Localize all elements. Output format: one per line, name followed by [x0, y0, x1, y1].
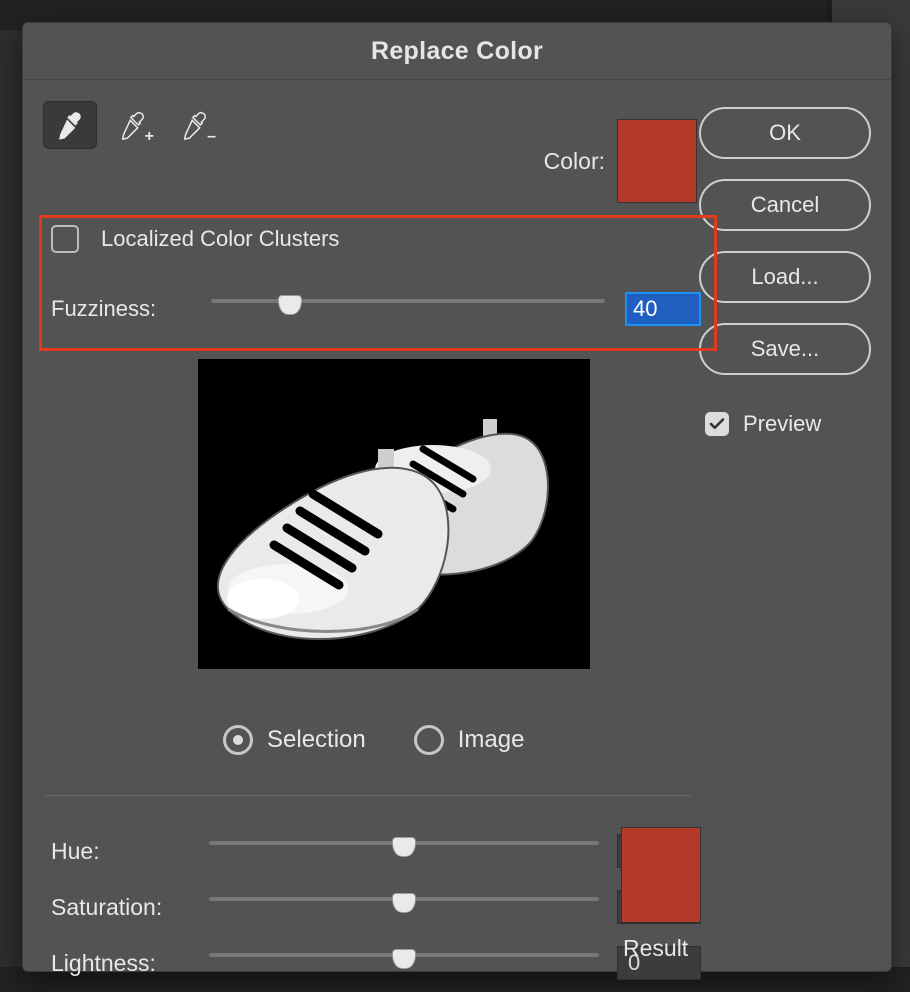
selection-preview[interactable] — [198, 359, 590, 669]
lightness-label: Lightness: — [51, 950, 191, 977]
shoes-preview-icon — [198, 359, 590, 669]
localized-clusters-checkbox[interactable] — [51, 225, 79, 253]
saturation-label: Saturation: — [51, 894, 191, 921]
dialog-button-column: OK Cancel Load... Save... Preview — [699, 107, 871, 437]
hsl-sliders: Hue: Saturation: Lightness: — [51, 823, 701, 991]
eyedropper-button[interactable] — [43, 101, 97, 149]
hue-slider[interactable] — [209, 831, 599, 871]
ok-button[interactable]: OK — [699, 107, 871, 159]
color-label: Color: — [544, 148, 605, 175]
load-button[interactable]: Load... — [699, 251, 871, 303]
fuzziness-input[interactable] — [625, 292, 701, 326]
preview-checkbox-row: Preview — [699, 411, 871, 437]
lightness-row: Lightness: — [51, 935, 701, 991]
localized-clusters-row: Localized Color Clusters — [51, 225, 339, 253]
view-selection-label: Selection — [267, 726, 366, 754]
cancel-button[interactable]: Cancel — [699, 179, 871, 231]
lightness-slider[interactable] — [209, 943, 599, 983]
view-image-radio[interactable]: Image — [414, 725, 525, 755]
eyedropper-add-button[interactable]: + — [107, 102, 159, 148]
replace-color-dialog: Replace Color OK Cancel Load... Save... … — [22, 22, 892, 972]
save-button[interactable]: Save... — [699, 323, 871, 375]
eyedropper-icon — [55, 110, 85, 140]
hue-label: Hue: — [51, 838, 191, 865]
view-mode-radios: Selection Image — [223, 725, 524, 755]
eyedropper-plus-icon: + — [118, 110, 148, 140]
view-image-label: Image — [458, 726, 525, 754]
saturation-slider[interactable] — [209, 887, 599, 927]
dialog-content: OK Cancel Load... Save... Preview — [23, 79, 891, 971]
left-panel: + – Color: — [43, 101, 703, 149]
fuzziness-slider[interactable] — [211, 289, 605, 329]
source-color-swatch[interactable] — [617, 119, 697, 203]
result-label: Result — [623, 935, 688, 962]
section-divider — [45, 795, 691, 796]
fuzziness-row: Fuzziness: — [51, 289, 701, 329]
hue-row: Hue: — [51, 823, 701, 879]
source-color-block: Color: — [544, 119, 697, 203]
preview-label: Preview — [743, 411, 821, 437]
eyedropper-subtract-button[interactable]: – — [169, 102, 221, 148]
view-selection-radio[interactable]: Selection — [223, 725, 366, 755]
saturation-row: Saturation: — [51, 879, 701, 935]
dialog-title: Replace Color — [23, 23, 891, 80]
preview-checkbox[interactable] — [705, 412, 729, 436]
fuzziness-label: Fuzziness: — [51, 296, 191, 322]
radio-off-icon — [414, 725, 444, 755]
result-color-swatch[interactable] — [621, 827, 701, 923]
eyedropper-minus-icon: – — [180, 110, 210, 140]
localized-clusters-label: Localized Color Clusters — [101, 226, 339, 252]
radio-on-icon — [223, 725, 253, 755]
